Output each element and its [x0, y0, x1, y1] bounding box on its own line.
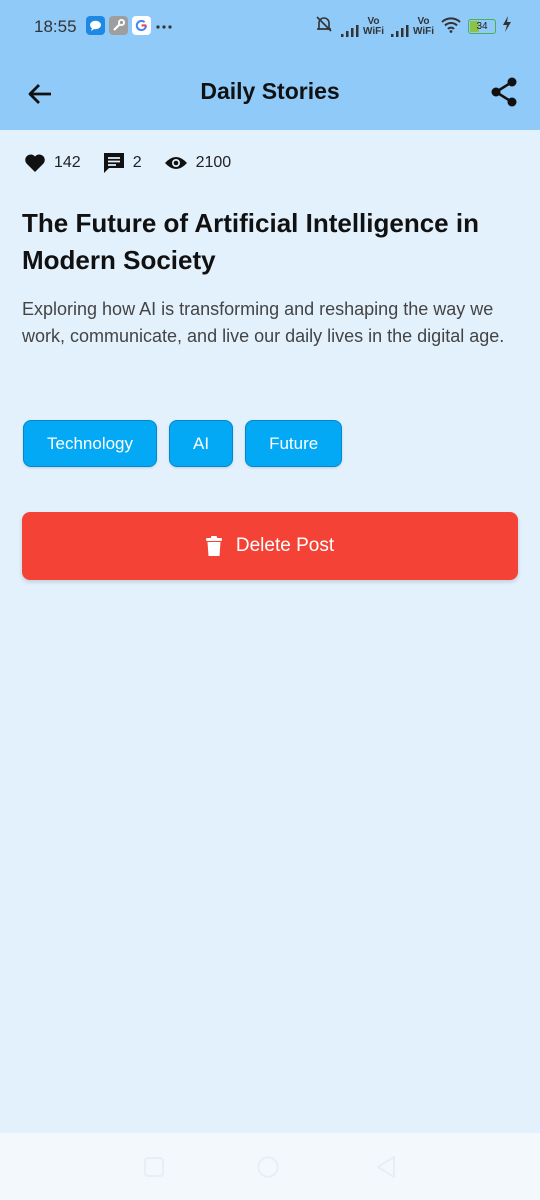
status-bar: 18:55 Vo WiFi Vo WiFi 34 — [0, 0, 540, 56]
trash-icon — [205, 536, 222, 556]
share-icon — [491, 77, 517, 107]
home-button[interactable] — [256, 1155, 280, 1179]
status-system-icons: Vo WiFi Vo WiFi 34 — [314, 14, 512, 39]
tag-chip[interactable]: Future — [245, 420, 343, 467]
views-count: 2100 — [195, 154, 232, 171]
triangle-back-icon — [376, 1155, 396, 1179]
circle-icon — [257, 1156, 279, 1178]
recent-apps-button[interactable] — [142, 1155, 166, 1179]
post-description: Exploring how AI is transforming and res… — [22, 299, 505, 346]
system-nav-bar — [0, 1133, 540, 1200]
delete-post-button[interactable]: Delete Post — [22, 512, 518, 580]
tag-list: Technology AI Future — [23, 420, 343, 467]
likes-stat: 142 — [24, 153, 81, 173]
likes-count: 142 — [54, 154, 81, 171]
views-stat: 2100 — [164, 154, 232, 172]
share-button[interactable] — [486, 74, 522, 110]
mute-bell-icon — [314, 14, 334, 39]
app-bar: Daily Stories — [0, 56, 540, 130]
tag-chip[interactable]: Technology — [23, 420, 158, 467]
back-nav-button[interactable] — [374, 1155, 398, 1179]
comments-count: 2 — [132, 154, 142, 171]
comment-icon — [103, 153, 124, 173]
post-stats: 142 2 2100 — [24, 152, 253, 174]
wifi-icon — [440, 15, 462, 38]
signal-vowifi-1: Vo WiFi — [340, 16, 384, 37]
page-title: Daily Stories — [200, 78, 340, 104]
eye-icon — [164, 157, 187, 169]
more-notifications-icon — [155, 17, 173, 35]
tag-chip[interactable]: AI — [169, 420, 234, 467]
post-title: The Future of Artificial Intelligence in… — [22, 208, 479, 275]
comments-stat: 2 — [103, 152, 142, 174]
square-icon — [143, 1156, 165, 1178]
battery-icon: 34 — [468, 19, 496, 34]
heart-icon — [25, 154, 45, 172]
tools-app-icon — [109, 16, 128, 35]
status-notification-icons — [86, 16, 173, 35]
signal-vowifi-2: Vo WiFi — [390, 16, 434, 37]
google-app-icon — [132, 16, 151, 35]
status-time: 18:55 — [34, 17, 77, 36]
delete-post-label: Delete Post — [235, 535, 335, 556]
battery-level: 34 — [476, 21, 488, 32]
charging-icon — [502, 16, 512, 37]
message-app-icon — [86, 16, 105, 35]
